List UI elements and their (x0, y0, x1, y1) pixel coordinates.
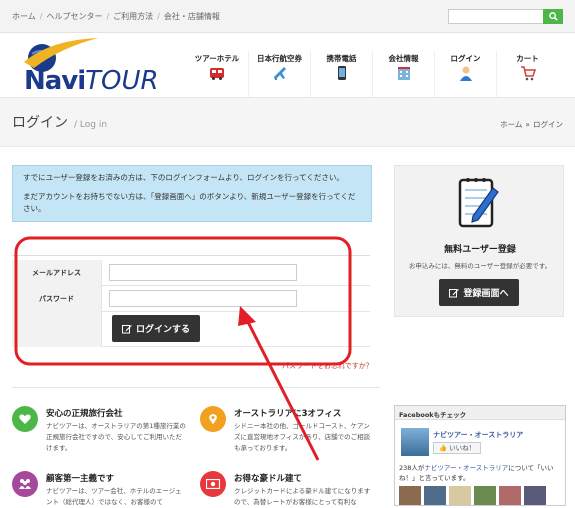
user-icon (460, 66, 472, 81)
nav-label: カート (516, 54, 539, 63)
nav-label: 会社情報 (388, 54, 419, 63)
search-icon (548, 12, 558, 21)
edit-icon (449, 288, 460, 297)
top-link-guide[interactable]: ご利用方法 (113, 12, 153, 21)
feature-text: シドニー本社の他、ゴールドコースト、ケアンズに直営現地オフィスがあり、店舗でのご… (234, 422, 371, 452)
money-icon (200, 471, 226, 497)
email-row: メールアドレス (12, 260, 370, 286)
edit-icon (121, 324, 132, 333)
feature-text: ナビツアーは、ツアー会社、ホテルのエージェント（総代理人）ではなく、お客様のて (46, 487, 182, 506)
search-input[interactable] (448, 9, 544, 24)
info-line: すでにユーザー登録をお済みの方は、下のログインフォームより、ログインを行ってくだ… (23, 173, 344, 182)
feature-title: オーストラリアに3オフィス (234, 409, 342, 419)
login-button-label: ログインする (135, 325, 190, 335)
feature-offices: オーストラリアに3オフィス シドニー本社の他、ゴールドコースト、ケアンズに直営現… (200, 406, 375, 456)
email-label: メールアドレス (12, 260, 102, 286)
top-utility-bar: ホーム / ヘルプセンター / ご利用方法 / 会社・店舗情報 (0, 0, 575, 33)
nav-company[interactable]: 会社情報 (372, 51, 434, 97)
fan-avatar[interactable] (424, 486, 446, 505)
login-button[interactable]: ログインする (112, 315, 200, 342)
empty-cell (12, 312, 102, 347)
facebook-page-link[interactable]: ナビツアー・オーストラリア (424, 464, 508, 472)
location-pin-icon (200, 406, 226, 432)
top-link-company[interactable]: 会社・店舗情報 (164, 12, 220, 21)
facebook-header: Facebookもチェック (395, 406, 565, 420)
facebook-widget: Facebookもチェック ナビツアー・オーストラリア 👍 いいね！ 238人が… (394, 405, 566, 506)
feature-title: 顧客第一主義です (46, 474, 115, 484)
thumbs-up-icon: 👍 (439, 444, 448, 452)
login-info-message: すでにユーザー登録をお済みの方は、下のログインフォームより、ログインを行ってくだ… (12, 165, 372, 222)
register-button-label: 登録画面へ (463, 289, 509, 299)
nav-flights[interactable]: 日本行航空券 (248, 51, 310, 97)
feature-text: クレジットカードによる豪ドル建てになりますので、為替レートがお客様にとって有利な (234, 487, 371, 506)
top-links: ホーム / ヘルプセンター / ご利用方法 / 会社・店舗情報 (12, 11, 220, 22)
heart-icon (12, 406, 38, 432)
nav-tour-hotel[interactable]: ツアーホテル (186, 51, 248, 97)
register-title: 無料ユーザー登録 (444, 245, 516, 255)
fan-avatar[interactable] (524, 486, 546, 505)
group-icon (12, 471, 38, 497)
navitour-logo[interactable]: NaviTOUR (20, 36, 159, 96)
facebook-like-button[interactable]: 👍 いいね！ (433, 442, 482, 454)
nav-mobile[interactable]: 携帯電話 (310, 51, 372, 97)
breadcrumb-current: ログイン (533, 120, 563, 129)
separator: / (106, 12, 110, 21)
separator: / (39, 12, 43, 21)
feature-title: 安心の正規旅行会社 (46, 409, 123, 419)
feature-aud-pricing: お得な豪ドル建て クレジットカードによる豪ドル建てになりますので、為替レートがお… (200, 471, 375, 506)
mobile-phone-icon (338, 66, 346, 80)
feature-customer-first: 顧客第一主義です ナビツアーは、ツアー会社、ホテルのエージェント（総代理人）では… (12, 471, 187, 506)
separator: / (157, 12, 160, 21)
register-panel: 無料ユーザー登録 お申込みには、無料のユーザー登録が必要です。 登録画面へ (394, 165, 564, 317)
site-header: NaviTOUR ツアーホテル 日本行航空券 携帯電話 会社情報 ログイン カー… (0, 33, 575, 97)
top-link-home[interactable]: ホーム (12, 12, 36, 21)
fan-avatar[interactable] (474, 486, 496, 505)
notepad-pen-icon (458, 178, 499, 228)
building-icon (398, 67, 410, 80)
top-link-help[interactable]: ヘルプセンター (46, 12, 102, 21)
nav-label: ツアーホテル (194, 54, 240, 63)
password-row: パスワード (12, 286, 370, 312)
info-line: まだアカウントをお持ちでない方は、「登録画面へ」のボタンより、新規ユーザー登録を… (23, 192, 356, 213)
register-description: お申込みには、無料のユーザー登録が必要です。 (408, 262, 552, 270)
register-button[interactable]: 登録画面へ (439, 279, 519, 306)
airplane-icon (274, 67, 286, 80)
fan-avatar[interactable] (449, 486, 471, 505)
breadcrumb-arrow-icon: » (525, 120, 530, 129)
facebook-page-thumbnail[interactable] (401, 428, 429, 456)
email-field[interactable] (109, 264, 297, 281)
fan-avatar[interactable] (399, 486, 421, 505)
fan-avatar[interactable] (499, 486, 521, 505)
nav-label: 日本行航空券 (257, 54, 302, 63)
facebook-fan-faces (399, 486, 546, 505)
nav-cart[interactable]: カート (496, 51, 558, 97)
feature-title: お得な豪ドル建て (234, 474, 303, 484)
breadcrumb: ホーム» ログイン (500, 119, 563, 130)
forgot-password-link[interactable]: パスワードをお忘れですか？ (282, 361, 373, 371)
cart-icon (521, 66, 536, 81)
section-divider (12, 387, 380, 388)
bus-icon (210, 68, 224, 80)
password-field[interactable] (109, 290, 297, 307)
facebook-page-name[interactable]: ナビツアー・オーストラリア (433, 430, 523, 440)
page-subtitle: / Log in (74, 120, 108, 130)
breadcrumb-home[interactable]: ホーム (500, 120, 522, 129)
feature-trusted-agency: 安心の正規旅行会社 ナビツアーは、オーストラリアの第1種旅行業の正規旅行会社です… (12, 406, 187, 456)
nav-label: 携帯電話 (326, 54, 357, 63)
main-nav: ツアーホテル 日本行航空券 携帯電話 会社情報 ログイン カート (186, 51, 558, 97)
feature-text: ナビツアーは、オーストラリアの第1種旅行業の正規旅行会社ですので、安心してご利用… (46, 422, 186, 452)
page-title: ログイン / Log in (12, 115, 108, 131)
page-title-bar: ログイン / Log in ホーム» ログイン (0, 97, 575, 147)
logo-text: NaviTOUR (24, 66, 159, 96)
like-label: いいね！ (449, 444, 476, 452)
password-label: パスワード (12, 286, 102, 312)
search-button[interactable] (543, 9, 563, 24)
nav-label: ログイン (450, 54, 481, 63)
nav-login[interactable]: ログイン (434, 51, 496, 97)
facebook-like-count: 238人がナビツアー・オーストラリアについて「いいね！」と言っています。 (399, 464, 554, 482)
